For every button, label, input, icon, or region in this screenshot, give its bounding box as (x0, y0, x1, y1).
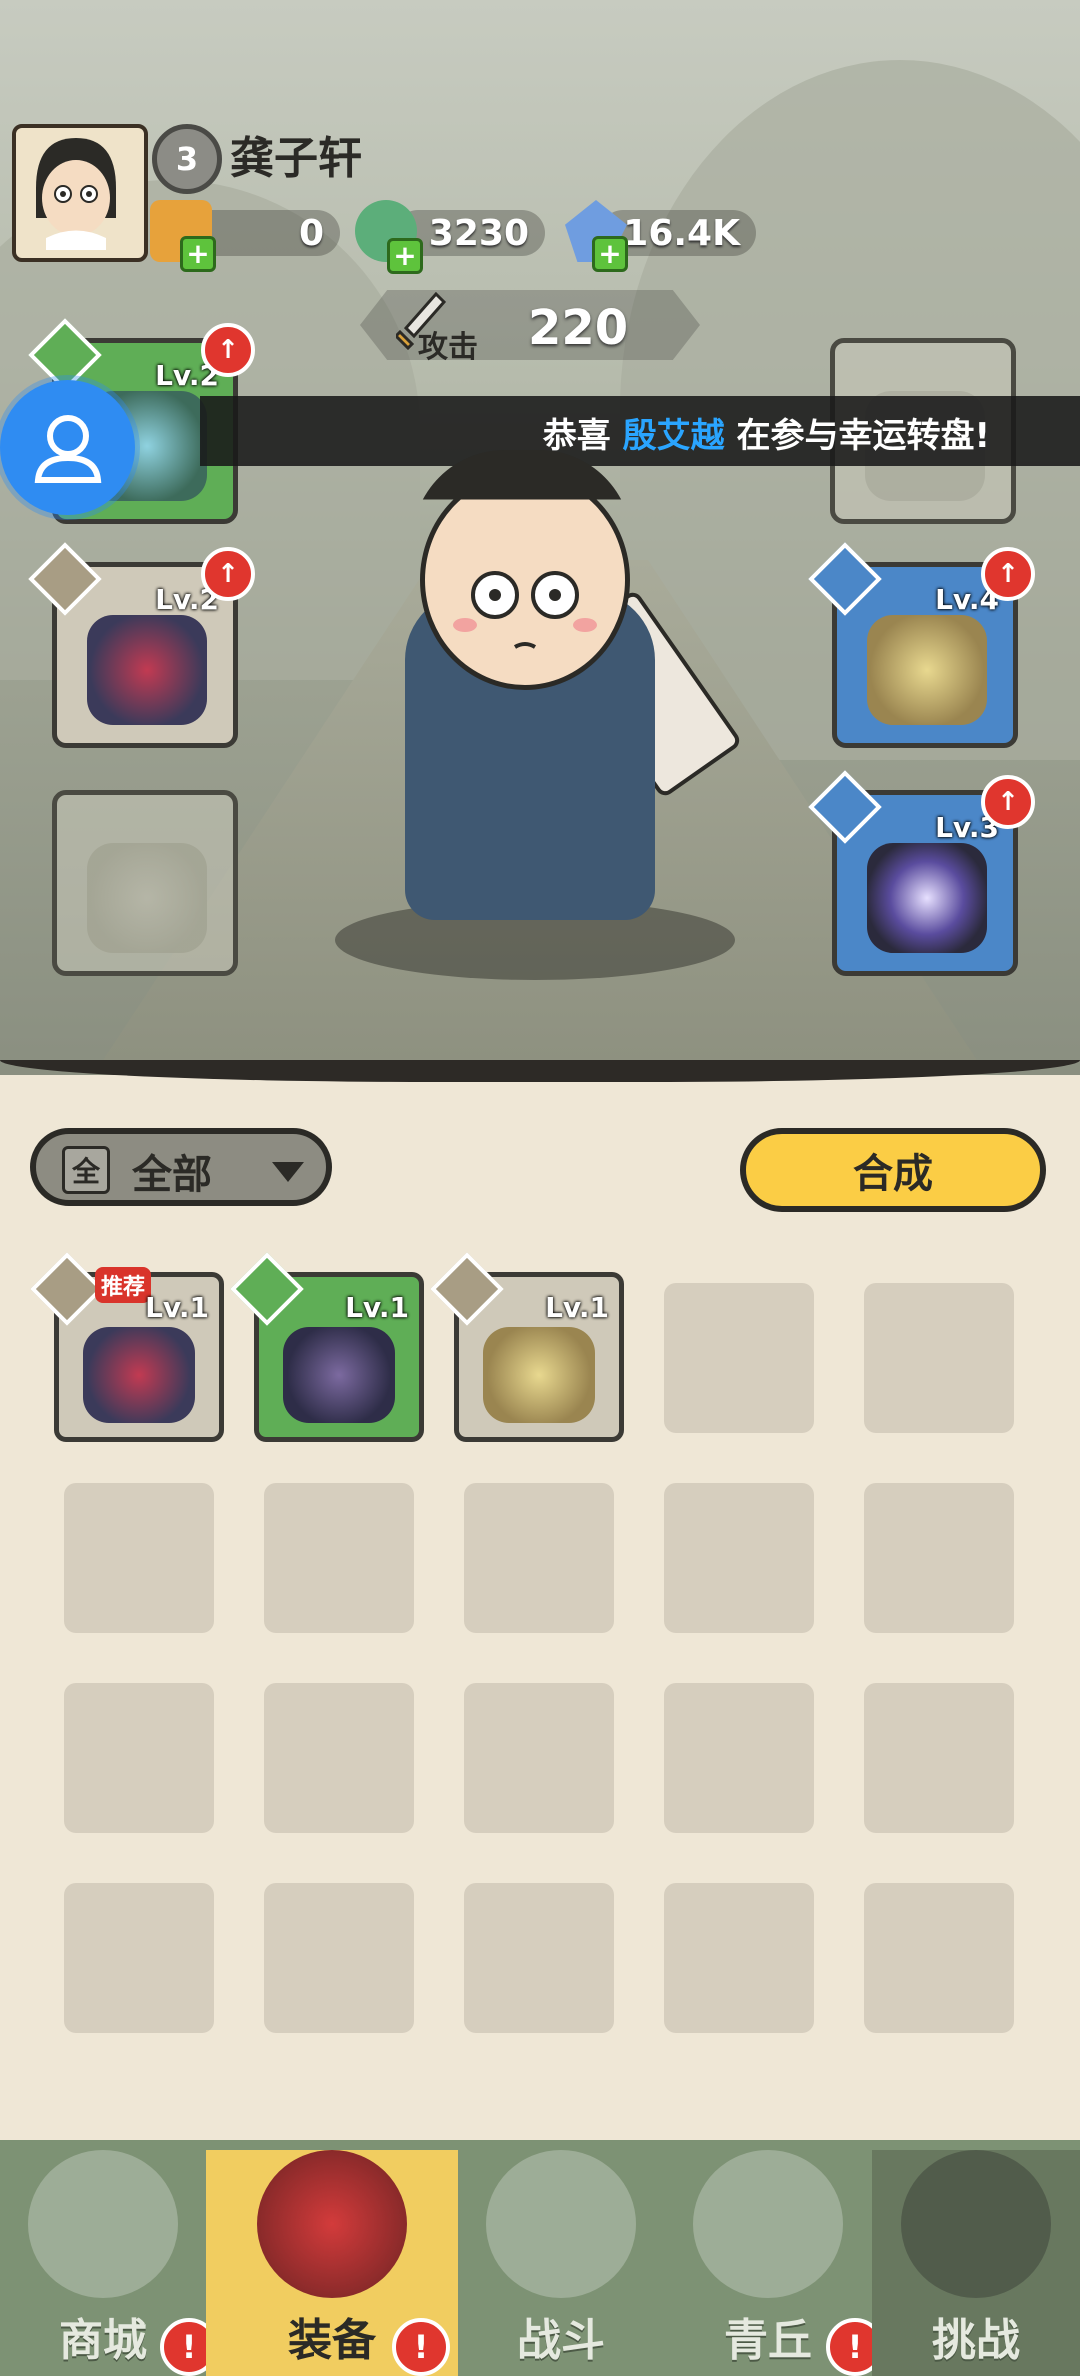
bag-empty-cell[interactable] (64, 1883, 214, 2033)
marquee-player-name: 殷艾越 (622, 416, 725, 456)
upgrade-arrow-icon: ↑ (981, 775, 1035, 829)
bag-empty-cell[interactable] (464, 1483, 614, 1633)
bag-item-gold-boots[interactable]: Lv.1 (430, 1252, 624, 1442)
bag-empty-cell[interactable] (264, 1683, 414, 1833)
nav-tab-battle[interactable]: 战斗 (458, 2150, 664, 2376)
nav-tab-qingqiu[interactable]: 青丘 ! (664, 2150, 884, 2376)
boots-icon (867, 615, 987, 725)
bag-empty-cell[interactable] (864, 1483, 1014, 1633)
marquee-text: 恭喜 殷艾越 在参与幸运转盘! (543, 408, 990, 457)
empty-slot-icon (87, 843, 207, 953)
alert-badge: ! (392, 2318, 450, 2376)
attack-label: 攻击 (418, 330, 478, 365)
attack-value: 220 (528, 300, 629, 356)
character-head[interactable] (420, 470, 630, 690)
upgrade-arrow-icon: ↑ (201, 547, 255, 601)
floating-user-button[interactable] (0, 380, 135, 515)
upgrade-arrow-icon: ↑ (981, 547, 1035, 601)
bag-empty-cell[interactable] (64, 1483, 214, 1633)
nav-tab-challenge[interactable]: 挑战 (872, 2150, 1080, 2376)
recommend-badge: 推荐 (95, 1267, 152, 1303)
filter-label: 全部 (132, 1152, 212, 1198)
chevron-down-icon (272, 1162, 304, 1182)
bag-empty-cell[interactable] (264, 1483, 414, 1633)
nav-label-battle: 战斗 (517, 2315, 605, 2366)
nav-label-challenge: 挑战 (932, 2315, 1020, 2366)
crossed-swords-icon (486, 2150, 636, 2298)
bag-item-level: Lv.1 (145, 1291, 209, 1324)
ticket-scroll-icon[interactable]: + (150, 200, 216, 272)
bag-item-level: Lv.1 (545, 1291, 609, 1324)
item-type-tag (30, 1252, 104, 1326)
bag-item-helmet[interactable]: 推荐 Lv.1 (30, 1252, 224, 1442)
equip-slot-orb[interactable]: Lv.3 ↑ (808, 770, 1035, 976)
equip-slot-boots[interactable]: Lv.4 ↑ (808, 542, 1035, 748)
player-level-badge: 3 (152, 124, 222, 194)
avatar-portrait-icon (36, 138, 116, 250)
nav-tab-shop[interactable]: 商城 ! (0, 2150, 218, 2376)
item-type-tag (430, 1252, 504, 1326)
player-name: 龚子轩 (230, 133, 362, 184)
bag-empty-cell[interactable] (864, 1883, 1014, 2033)
bag-empty-cell[interactable] (864, 1283, 1014, 1433)
equipment-icon (257, 2150, 407, 2298)
add-crystal-icon[interactable]: + (592, 236, 628, 272)
nav-tab-equipment[interactable]: 装备 ! (206, 2150, 458, 2376)
shop-icon (28, 2150, 178, 2298)
bag-empty-cell[interactable] (464, 1683, 614, 1833)
bag-empty-cell[interactable] (664, 1883, 814, 2033)
orb-icon (867, 843, 987, 953)
bag-empty-cell[interactable] (264, 1883, 414, 2033)
item-type-tag (230, 1252, 304, 1326)
bag-empty-cell[interactable] (664, 1283, 814, 1433)
marquee-suffix: 在参与幸运转盘! (724, 416, 990, 456)
scene-edge (0, 1060, 1080, 1082)
bag-empty-cell[interactable] (864, 1683, 1014, 1833)
bag-item-level: Lv.1 (345, 1291, 409, 1324)
gold-boots-icon (483, 1327, 595, 1423)
equip-slot-helmet[interactable]: Lv.2 ↑ (28, 542, 255, 748)
nav-label-shop: 商城 (59, 2315, 147, 2366)
nav-label-equipment: 装备 (288, 2315, 376, 2366)
bag-empty-cell[interactable] (664, 1683, 814, 1833)
bag-item-dark-boots[interactable]: Lv.1 (230, 1252, 424, 1442)
dark-boots-icon (283, 1327, 395, 1423)
helmet-icon (83, 1327, 195, 1423)
challenge-icon (901, 2150, 1051, 2298)
user-icon (34, 415, 102, 483)
jade-dragon-icon[interactable]: + (355, 200, 423, 274)
add-jade-icon[interactable]: + (387, 238, 423, 274)
player-avatar[interactable] (12, 124, 148, 262)
nav-label-qingqiu: 青丘 (724, 2315, 812, 2366)
marquee-prefix: 恭喜 (542, 416, 623, 456)
helmet-icon (87, 615, 207, 725)
upgrade-arrow-icon: ↑ (201, 323, 255, 377)
bag-empty-cell[interactable] (464, 1883, 614, 2033)
equip-slot-accessory[interactable] (52, 790, 238, 976)
filter-badge: 全 (62, 1146, 110, 1194)
compose-button[interactable]: 合成 (740, 1128, 1046, 1212)
bag-empty-cell[interactable] (64, 1683, 214, 1833)
bag-empty-cell[interactable] (664, 1483, 814, 1633)
add-ticket-icon[interactable]: + (180, 236, 216, 272)
mountain-icon (693, 2150, 843, 2298)
